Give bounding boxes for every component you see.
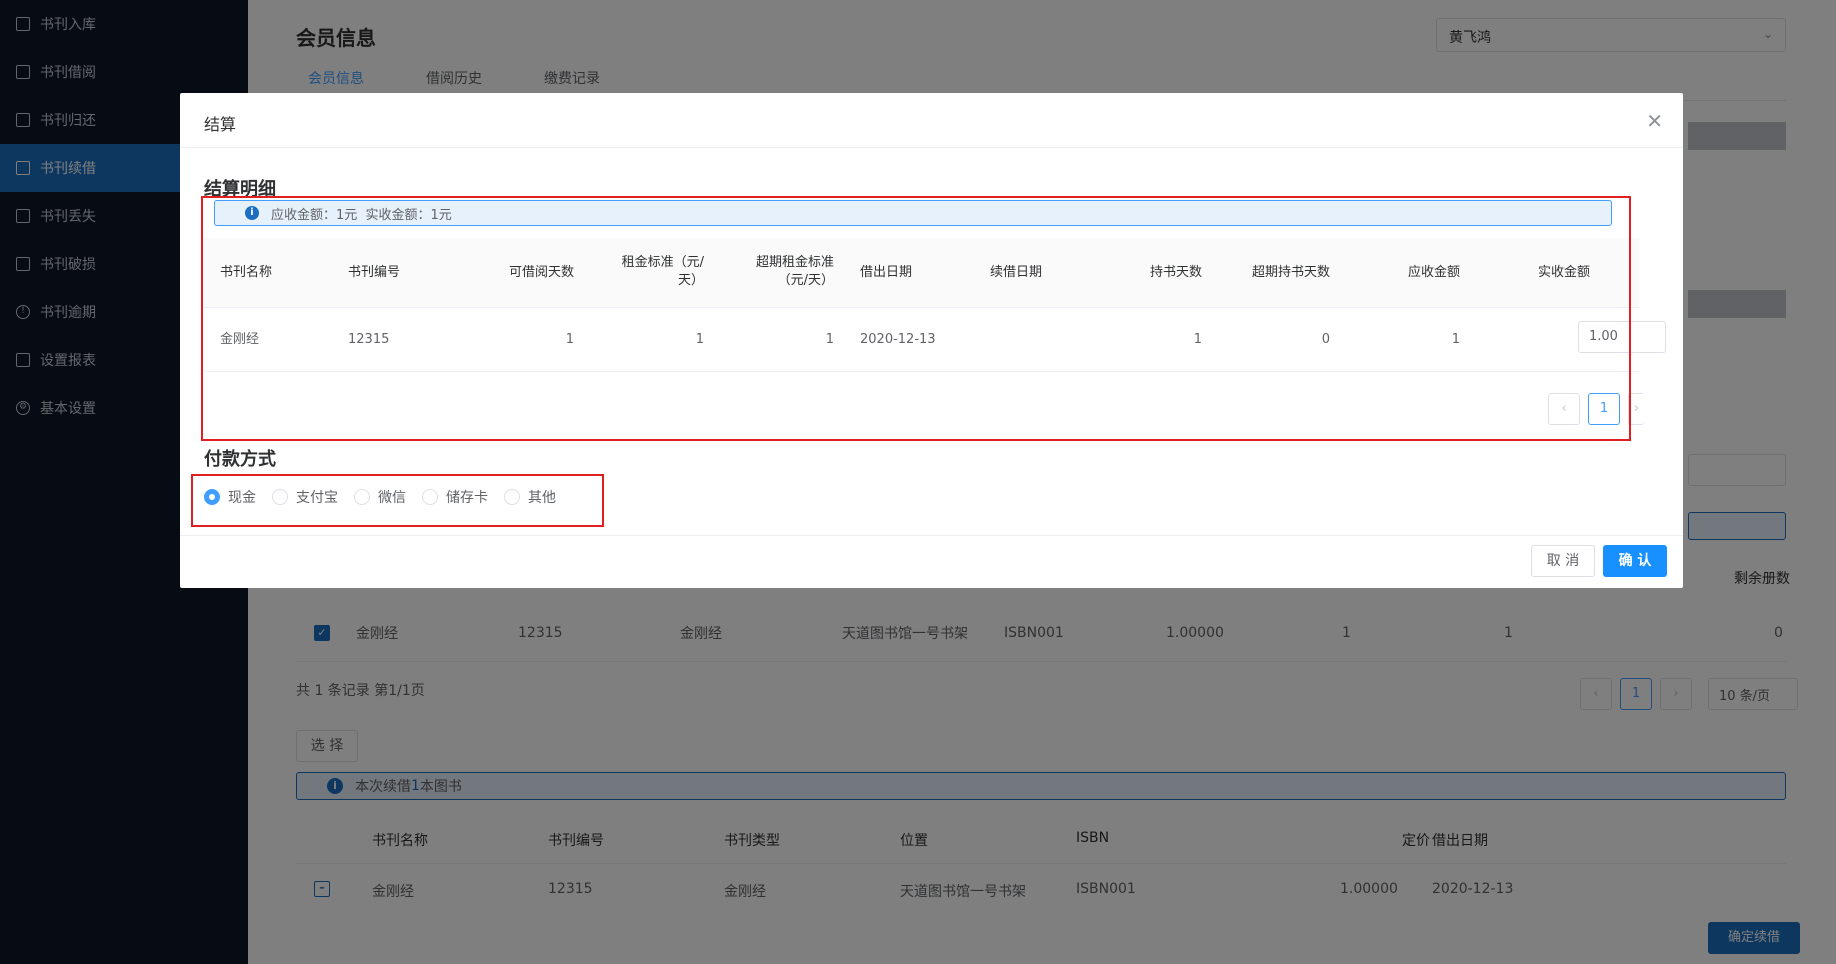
divider xyxy=(180,535,1683,536)
divider xyxy=(180,147,1683,148)
dialog-title: 结算 xyxy=(204,115,237,134)
confirm-button[interactable]: 确 认 xyxy=(1603,545,1667,577)
settlement-dialog: 结算 ✕ 结算明细 i 应收金额：1元 实收金额：1元 书刊名称 书刊编号 可借… xyxy=(180,93,1683,588)
close-icon[interactable]: ✕ xyxy=(1646,109,1663,133)
highlight-box xyxy=(191,474,604,527)
highlight-box xyxy=(201,196,1631,441)
payment-section-title: 付款方式 xyxy=(204,449,276,470)
cancel-button[interactable]: 取 消 xyxy=(1531,545,1595,577)
